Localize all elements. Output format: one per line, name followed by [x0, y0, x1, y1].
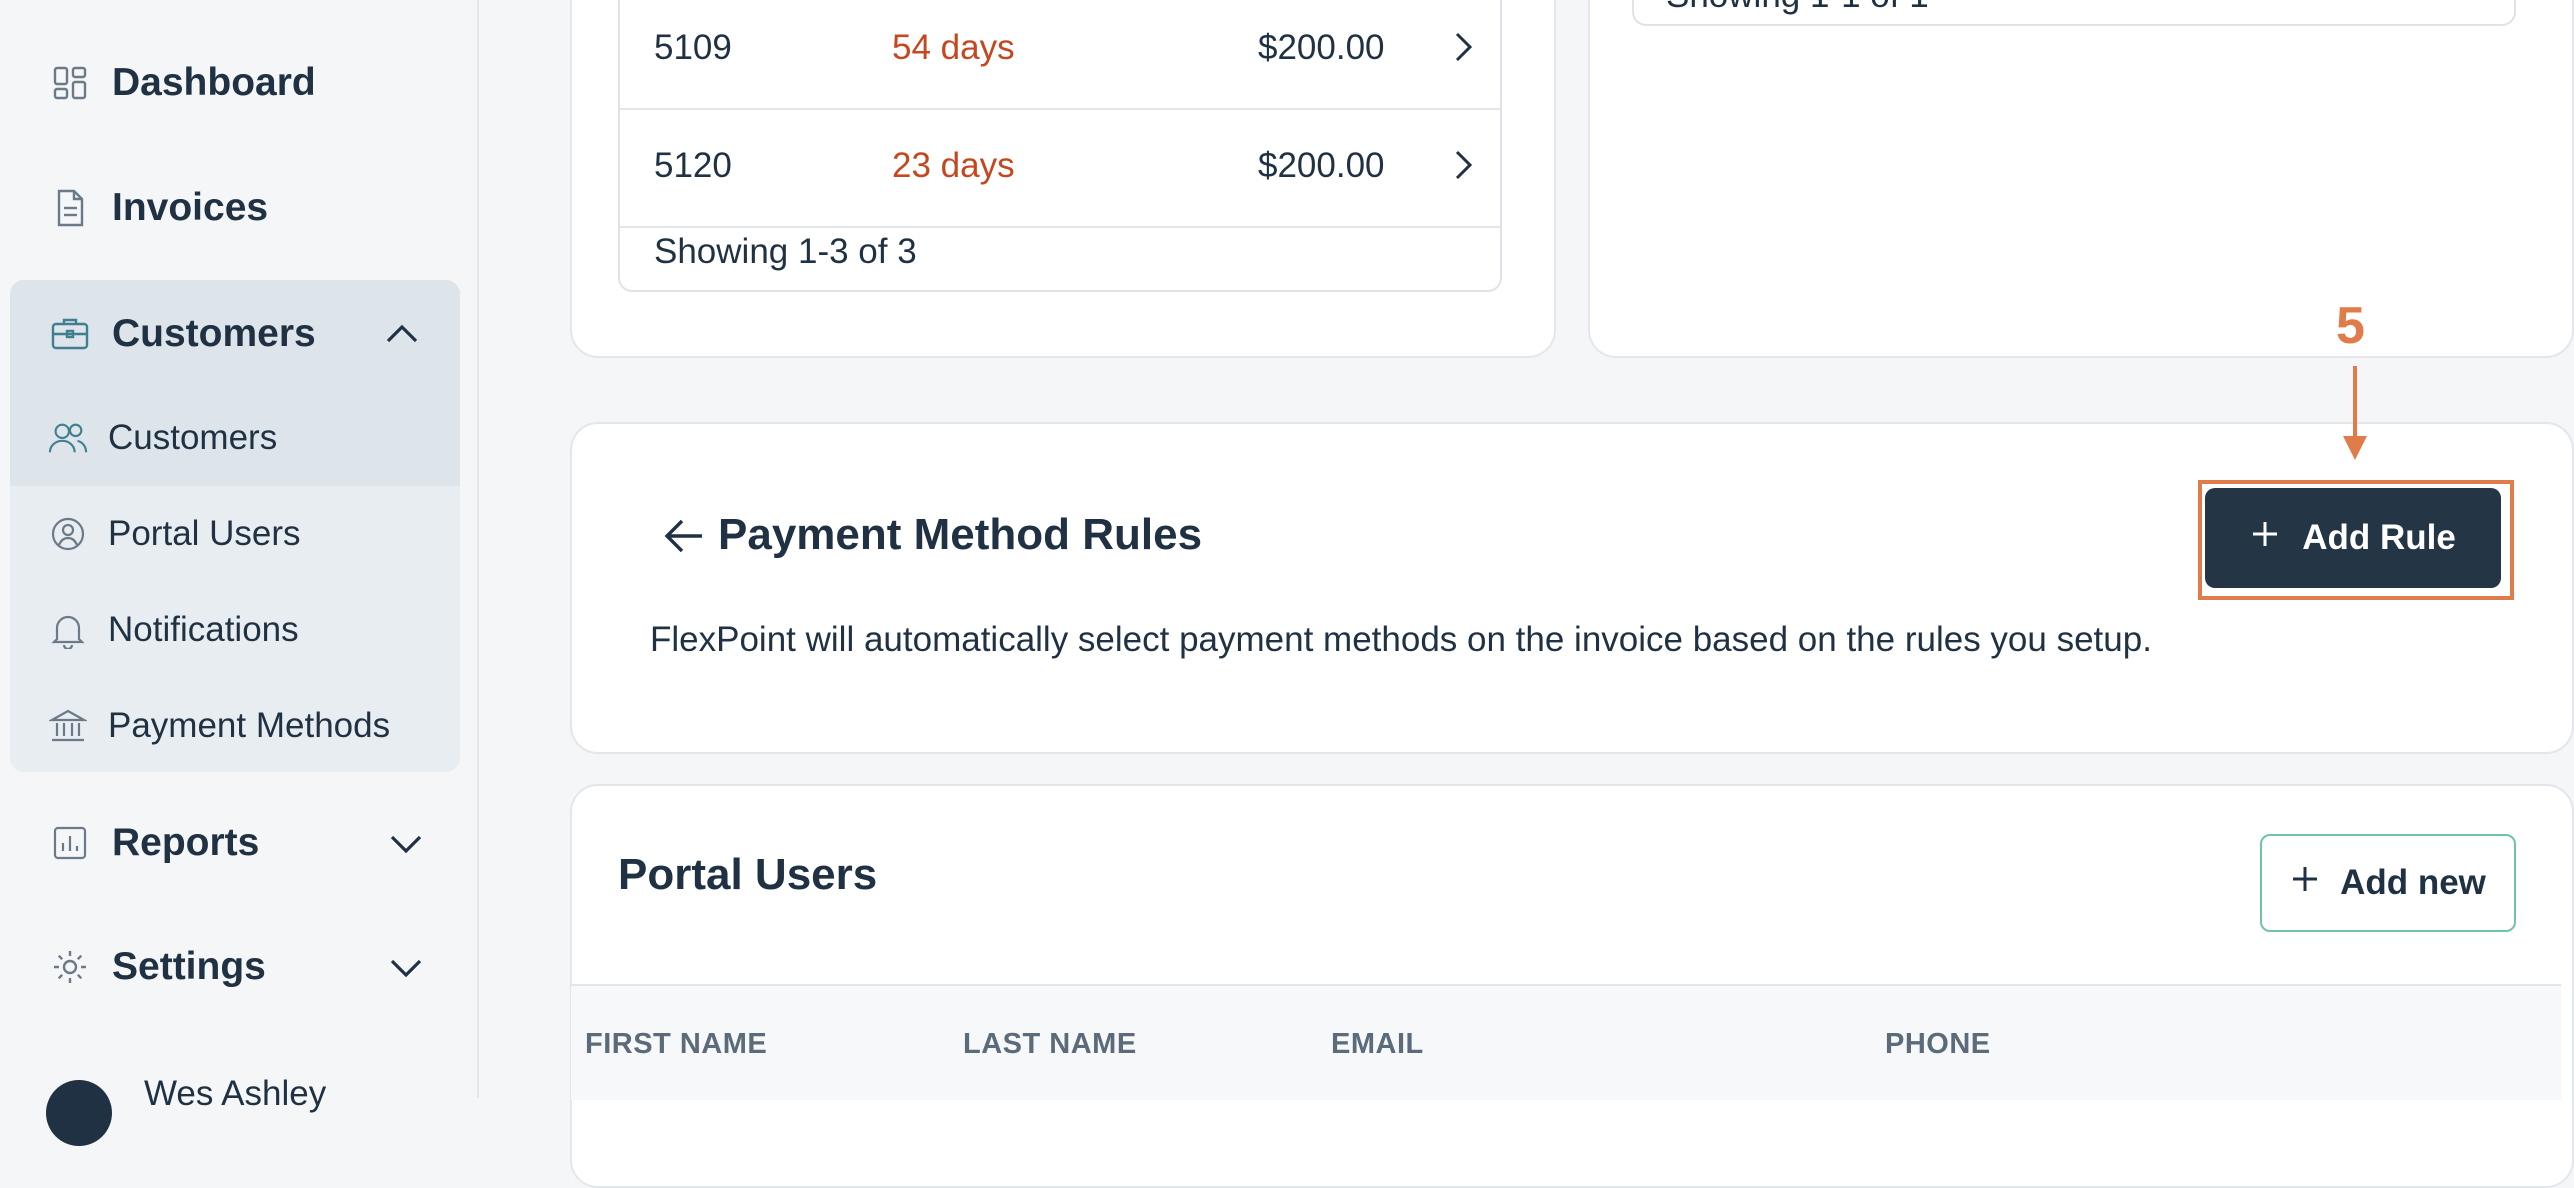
nav-settings[interactable]: Settings [10, 912, 460, 1022]
payment-rules-title: Payment Method Rules [718, 510, 1203, 559]
nav-customers-label: Customers [112, 312, 316, 355]
reports-icon [50, 823, 90, 863]
sidebar-item-label: Portal Users [108, 514, 301, 553]
annotation-step-number: 5 [2336, 297, 2365, 355]
invoice-age: 54 days [892, 28, 1015, 67]
payment-rules-description: FlexPoint will automatically select paym… [650, 620, 2152, 659]
sidebar-item-label: Payment Methods [108, 706, 391, 745]
user-name: Wes Ashley [144, 1074, 327, 1113]
avatar[interactable] [46, 1080, 112, 1146]
nav-invoices-label: Invoices [112, 186, 269, 229]
table-row[interactable]: 5109 54 days $200.00 [620, 0, 1500, 110]
pagination-text: Showing 1-3 of 3 [654, 232, 917, 271]
users-icon [48, 418, 88, 458]
invoice-table: 5109 54 days $200.00 5120 23 days $200.0… [618, 0, 1502, 292]
plus-icon [2290, 863, 2320, 903]
nav-customers-group[interactable]: Customers [10, 280, 460, 390]
invoice-amount: $200.00 [1258, 146, 1385, 185]
bell-icon [48, 610, 88, 650]
invoice-age: 23 days [892, 146, 1015, 185]
nav-settings-label: Settings [112, 945, 266, 988]
nav-invoices[interactable]: Invoices [10, 153, 460, 263]
sidebar-item-label: Notifications [108, 610, 299, 649]
portal-users-table-header: FIRST NAME LAST NAME EMAIL PHONE [571, 984, 2561, 1100]
chevron-right-icon[interactable] [1446, 148, 1480, 182]
right-table-footer: Showing 1-1 of 1 [1632, 0, 2516, 26]
table-row[interactable]: 5120 23 days $200.00 [620, 110, 1500, 228]
pagination-text: Showing 1-1 of 1 [1666, 0, 1929, 16]
column-header-email[interactable]: EMAIL [1331, 1028, 1424, 1061]
column-header-last-name[interactable]: LAST NAME [963, 1028, 1137, 1061]
add-new-button[interactable]: Add new [2260, 834, 2516, 932]
nav-dashboard[interactable]: Dashboard [10, 28, 460, 138]
invoice-number: 5109 [654, 28, 732, 67]
add-rule-button[interactable]: Add Rule [2205, 488, 2501, 588]
chevron-down-icon[interactable] [386, 823, 426, 863]
annotation-arrow-icon [2340, 366, 2370, 462]
customers-group: Customers Customers Portal Users Notific… [10, 280, 460, 772]
add-rule-label: Add Rule [2302, 518, 2456, 557]
plus-icon [2250, 518, 2280, 558]
dashboard-icon [50, 63, 90, 103]
column-header-phone[interactable]: PHONE [1885, 1028, 1991, 1061]
chevron-up-icon[interactable] [382, 314, 422, 359]
document-icon [50, 188, 90, 228]
right-card [1588, 0, 2574, 358]
sidebar: Dashboard Invoices Customers Customers P… [0, 0, 479, 1146]
add-new-label: Add new [2340, 863, 2486, 902]
invoice-amount: $200.00 [1258, 28, 1385, 67]
nav-dashboard-label: Dashboard [112, 61, 316, 104]
sidebar-item-notifications[interactable]: Notifications [10, 582, 460, 678]
gear-icon [50, 947, 90, 987]
sidebar-item-payment-methods[interactable]: Payment Methods [10, 678, 460, 774]
bank-icon [48, 706, 88, 746]
portal-users-title: Portal Users [618, 850, 878, 899]
sidebar-item-label: Customers [108, 418, 278, 457]
back-arrow-icon[interactable] [662, 514, 706, 558]
sidebar-item-customers[interactable]: Customers [10, 390, 460, 486]
nav-reports[interactable]: Reports [10, 788, 460, 898]
chevron-down-icon[interactable] [386, 947, 426, 987]
invoice-number: 5120 [654, 146, 732, 185]
nav-reports-label: Reports [112, 821, 260, 864]
user-circle-icon [48, 514, 88, 554]
chevron-right-icon[interactable] [1446, 30, 1480, 64]
sidebar-item-portal-users[interactable]: Portal Users [10, 486, 460, 582]
briefcase-icon [50, 314, 90, 359]
column-header-first-name[interactable]: FIRST NAME [585, 1028, 767, 1061]
